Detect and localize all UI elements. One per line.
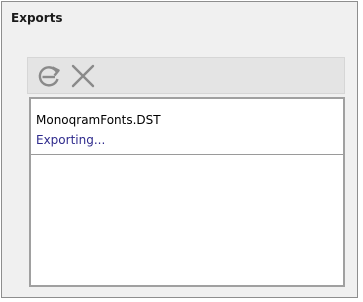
exports-list[interactable]: MonoqramFonts.DST Exporting...: [29, 97, 345, 287]
list-item[interactable]: MonoqramFonts.DST Exporting...: [31, 99, 343, 155]
cancel-export-button[interactable]: [68, 61, 98, 91]
exports-panel: Exports MonoqramFonts.DST Exporting...: [1, 1, 358, 298]
exports-toolbar: [27, 57, 345, 94]
export-status: Exporting...: [36, 133, 106, 147]
refresh-icon: [38, 66, 60, 87]
panel-title: Exports: [11, 11, 63, 25]
export-file-name: MonoqramFonts.DST: [36, 113, 161, 127]
cancel-icon: [71, 64, 95, 88]
refresh-button[interactable]: [34, 61, 64, 91]
